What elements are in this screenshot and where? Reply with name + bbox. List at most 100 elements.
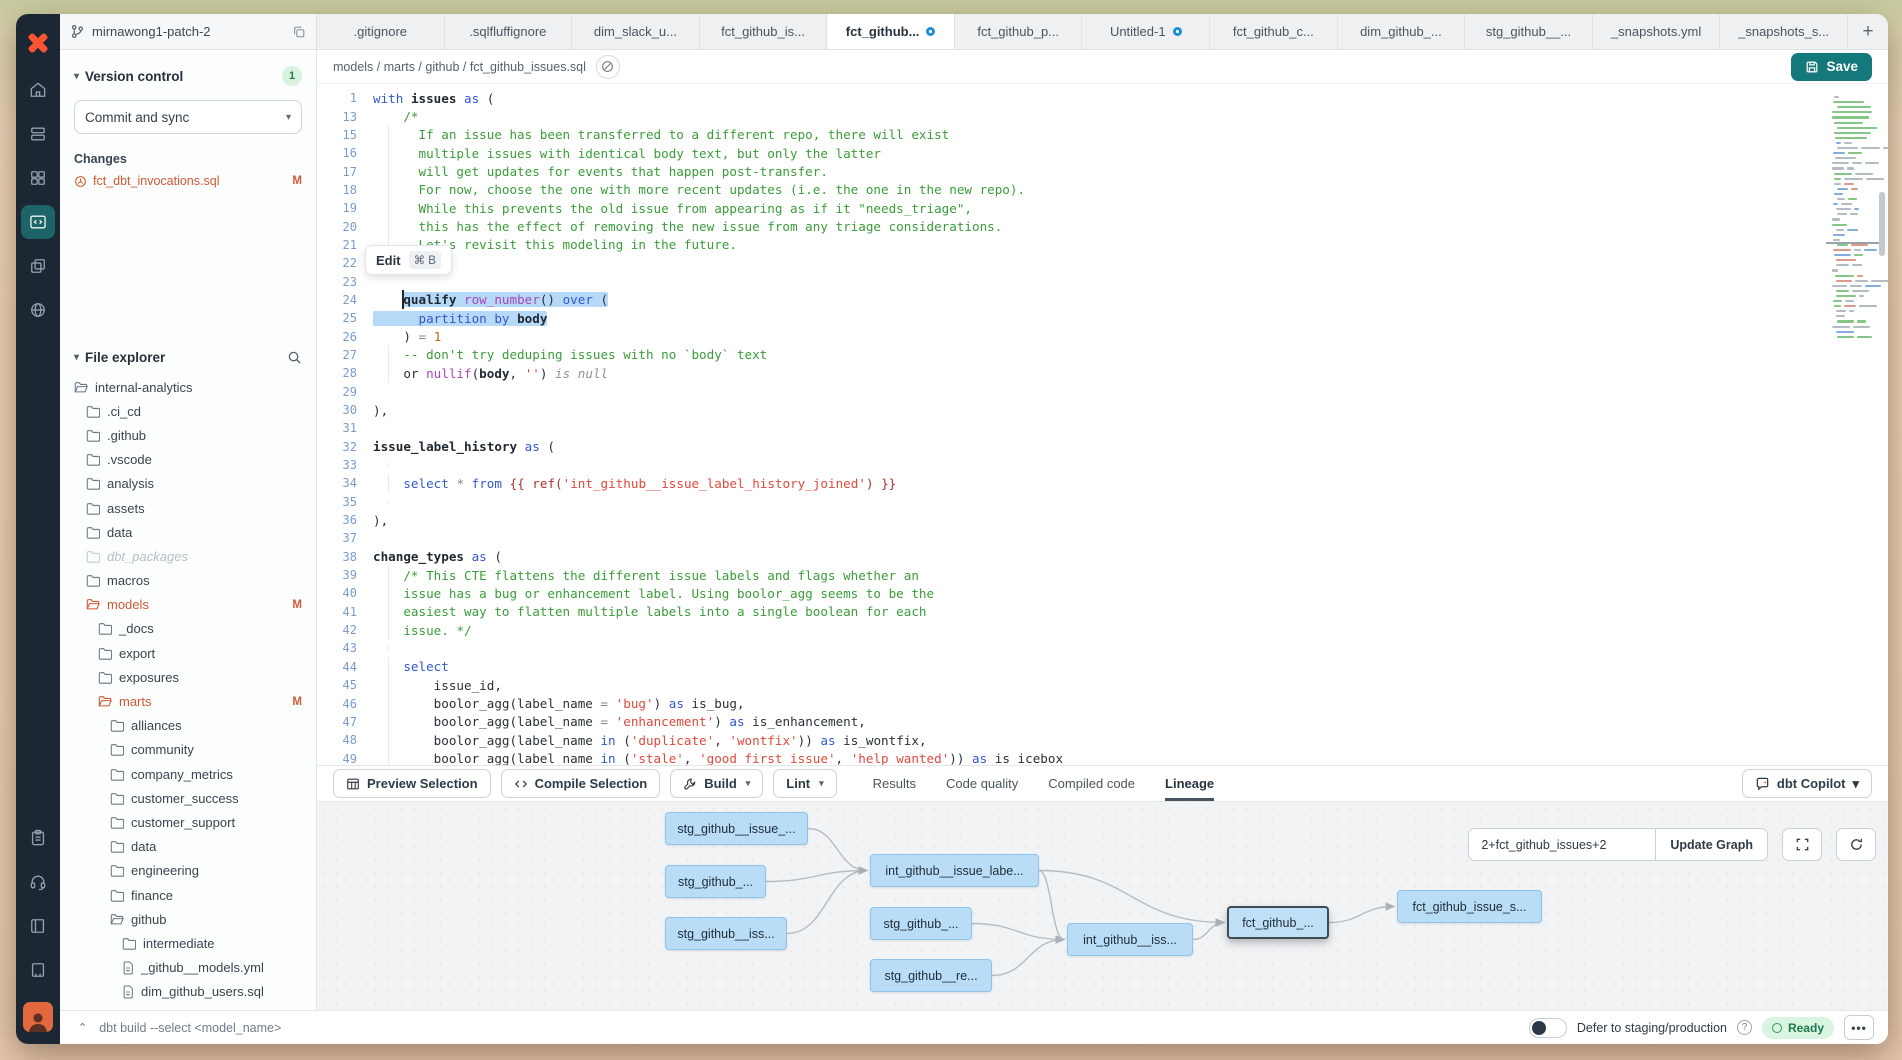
code-line[interactable]: 22 xyxy=(317,254,1824,272)
line-number[interactable]: 35 xyxy=(317,495,373,509)
copy-branch-icon[interactable] xyxy=(292,25,306,39)
line-number[interactable]: 24 xyxy=(317,293,373,307)
tree-item-intermediate[interactable]: intermediate xyxy=(74,931,302,955)
file-explorer-header[interactable]: ▾ File explorer xyxy=(74,350,302,365)
clipboard-icon[interactable] xyxy=(21,821,55,855)
tree-item-macros[interactable]: macros xyxy=(74,569,302,593)
tree-item-alliances[interactable]: alliances xyxy=(74,714,302,738)
help-icon[interactable]: ? xyxy=(1737,1020,1752,1035)
tree-item-assets[interactable]: assets xyxy=(74,496,302,520)
line-number[interactable]: 15 xyxy=(317,128,373,142)
tree-item--docs[interactable]: _docs xyxy=(74,617,302,641)
grid-icon[interactable] xyxy=(21,161,55,195)
fullscreen-button[interactable] xyxy=(1782,828,1822,861)
code-line[interactable]: 34 select * from {{ ref('int_github__iss… xyxy=(317,474,1824,492)
tab--snapshots-yml[interactable]: _snapshots.yml xyxy=(1593,14,1721,49)
minimap[interactable] xyxy=(1830,92,1874,342)
code-line[interactable]: 37 xyxy=(317,529,1824,547)
code-line[interactable]: 24 qualify row_number() over ( xyxy=(317,291,1824,309)
tab-fct-github-is-[interactable]: fct_github_is... xyxy=(700,14,828,49)
tab-code-quality[interactable]: Code quality xyxy=(946,766,1018,801)
tree-item-exposures[interactable]: exposures xyxy=(74,665,302,689)
tree-item-dbt-packages[interactable]: dbt_packages xyxy=(74,544,302,568)
tree-item-community[interactable]: community xyxy=(74,738,302,762)
lint-button[interactable]: Lint ▾ xyxy=(773,769,836,798)
tab-untitled-1[interactable]: Untitled-1 xyxy=(1082,14,1210,49)
code-line[interactable]: 43 xyxy=(317,639,1824,657)
tree-item-marts[interactable]: martsM xyxy=(74,689,302,713)
line-number[interactable]: 39 xyxy=(317,568,373,582)
line-number[interactable]: 44 xyxy=(317,660,373,674)
git-branch-tab[interactable]: mirnawong1-patch-2 xyxy=(60,14,317,49)
save-button[interactable]: Save xyxy=(1791,53,1872,81)
line-number[interactable]: 25 xyxy=(317,311,373,325)
tree-item--github[interactable]: .github xyxy=(74,423,302,447)
refresh-graph-button[interactable] xyxy=(1836,828,1876,861)
preview-selection-button[interactable]: Preview Selection xyxy=(333,769,491,798)
tab-fct-github-c-[interactable]: fct_github_c... xyxy=(1210,14,1338,49)
editor-scrollbar[interactable] xyxy=(1878,84,1886,765)
defer-toggle[interactable] xyxy=(1529,1018,1567,1038)
line-number[interactable]: 31 xyxy=(317,421,373,435)
code-line[interactable]: 48 boolor_agg(label_name in ('duplicate'… xyxy=(317,731,1824,749)
line-number[interactable]: 38 xyxy=(317,550,373,564)
tree-item--vscode[interactable]: .vscode xyxy=(74,448,302,472)
line-number[interactable]: 26 xyxy=(317,330,373,344)
tab--sqlfluffignore[interactable]: .sqlfluffignore xyxy=(445,14,573,49)
lineage-node-int-github-iss-[interactable]: int_github__iss... xyxy=(1067,923,1193,956)
lineage-node-stg-github-issue-[interactable]: stg_github__issue_... xyxy=(665,812,808,845)
version-control-header[interactable]: ▾ Version control 1 xyxy=(74,66,302,86)
code-line[interactable]: 13 /* xyxy=(317,107,1824,125)
code-line[interactable]: 41 easiest way to flatten multiple label… xyxy=(317,603,1824,621)
code-line[interactable]: 16 multiple issues with identical body t… xyxy=(317,144,1824,162)
code-line[interactable]: 49 boolor_agg(label_name in ('stale', 'g… xyxy=(317,749,1824,765)
docs-icon[interactable] xyxy=(596,55,620,79)
code-line[interactable]: 18 For now, choose the one with more rec… xyxy=(317,181,1824,199)
tree-item--ci-cd[interactable]: .ci_cd xyxy=(74,399,302,423)
tab-compiled-code[interactable]: Compiled code xyxy=(1048,766,1135,801)
code-line[interactable]: 47 boolor_agg(label_name = 'enhancement'… xyxy=(317,713,1824,731)
tab-stg-github-[interactable]: stg_github__... xyxy=(1465,14,1593,49)
line-number[interactable]: 43 xyxy=(317,641,373,655)
tab-lineage[interactable]: Lineage xyxy=(1165,766,1214,801)
code-line[interactable]: 26 ) = 1 xyxy=(317,327,1824,345)
update-graph-button[interactable]: Update Graph xyxy=(1655,829,1767,860)
tree-item-internal-analytics[interactable]: internal-analytics xyxy=(74,375,302,399)
tree-item-data[interactable]: data xyxy=(74,520,302,544)
jobs-icon[interactable] xyxy=(21,117,55,151)
tree-item-dim-github-users-sql[interactable]: dim_github_users.sql xyxy=(74,980,302,1004)
line-number[interactable]: 1 xyxy=(317,91,373,105)
lineage-node-fct-github-[interactable]: fct_github_... xyxy=(1227,906,1329,939)
home-icon[interactable] xyxy=(21,73,55,107)
line-number[interactable]: 30 xyxy=(317,403,373,417)
code-line[interactable]: 20 this has the effect of removing the n… xyxy=(317,217,1824,235)
build-button[interactable]: Build ▾ xyxy=(670,769,763,798)
tree-item-engineering[interactable]: engineering xyxy=(74,859,302,883)
tree-item-company-metrics[interactable]: company_metrics xyxy=(74,762,302,786)
line-number[interactable]: 17 xyxy=(317,165,373,179)
line-number[interactable]: 46 xyxy=(317,697,373,711)
code-line[interactable]: 21 Let's revisit this modeling in the fu… xyxy=(317,236,1824,254)
code-line[interactable]: 39 /* This CTE flattens the different is… xyxy=(317,566,1824,584)
ide-editor-icon[interactable] xyxy=(21,205,55,239)
code-line[interactable]: 25 partition by body xyxy=(317,309,1824,327)
tree-item-github[interactable]: github xyxy=(74,907,302,931)
line-number[interactable]: 18 xyxy=(317,183,373,197)
edit-popup[interactable]: Edit ⌘ B xyxy=(365,245,452,275)
code-line[interactable]: 46 boolor_agg(label_name = 'bug') as is_… xyxy=(317,694,1824,712)
code-line[interactable]: 27 -- don't try deduping issues with no … xyxy=(317,346,1824,364)
code-line[interactable]: 42 issue. */ xyxy=(317,621,1824,639)
code-line[interactable]: 30), xyxy=(317,401,1824,419)
org-icon[interactable] xyxy=(21,953,55,987)
tab-results[interactable]: Results xyxy=(873,766,916,801)
code-line[interactable]: 15 If an issue has been transferred to a… xyxy=(317,126,1824,144)
line-number[interactable]: 19 xyxy=(317,201,373,215)
code-line[interactable]: 19 While this prevents the old issue fro… xyxy=(317,199,1824,217)
line-number[interactable]: 40 xyxy=(317,586,373,600)
code-line[interactable]: 1with issues as ( xyxy=(317,89,1824,107)
line-number[interactable]: 48 xyxy=(317,733,373,747)
code-line[interactable]: 31 xyxy=(317,419,1824,437)
tab-fct-github-[interactable]: fct_github... xyxy=(827,14,955,49)
line-number[interactable]: 41 xyxy=(317,605,373,619)
support-headset-icon[interactable] xyxy=(21,865,55,899)
